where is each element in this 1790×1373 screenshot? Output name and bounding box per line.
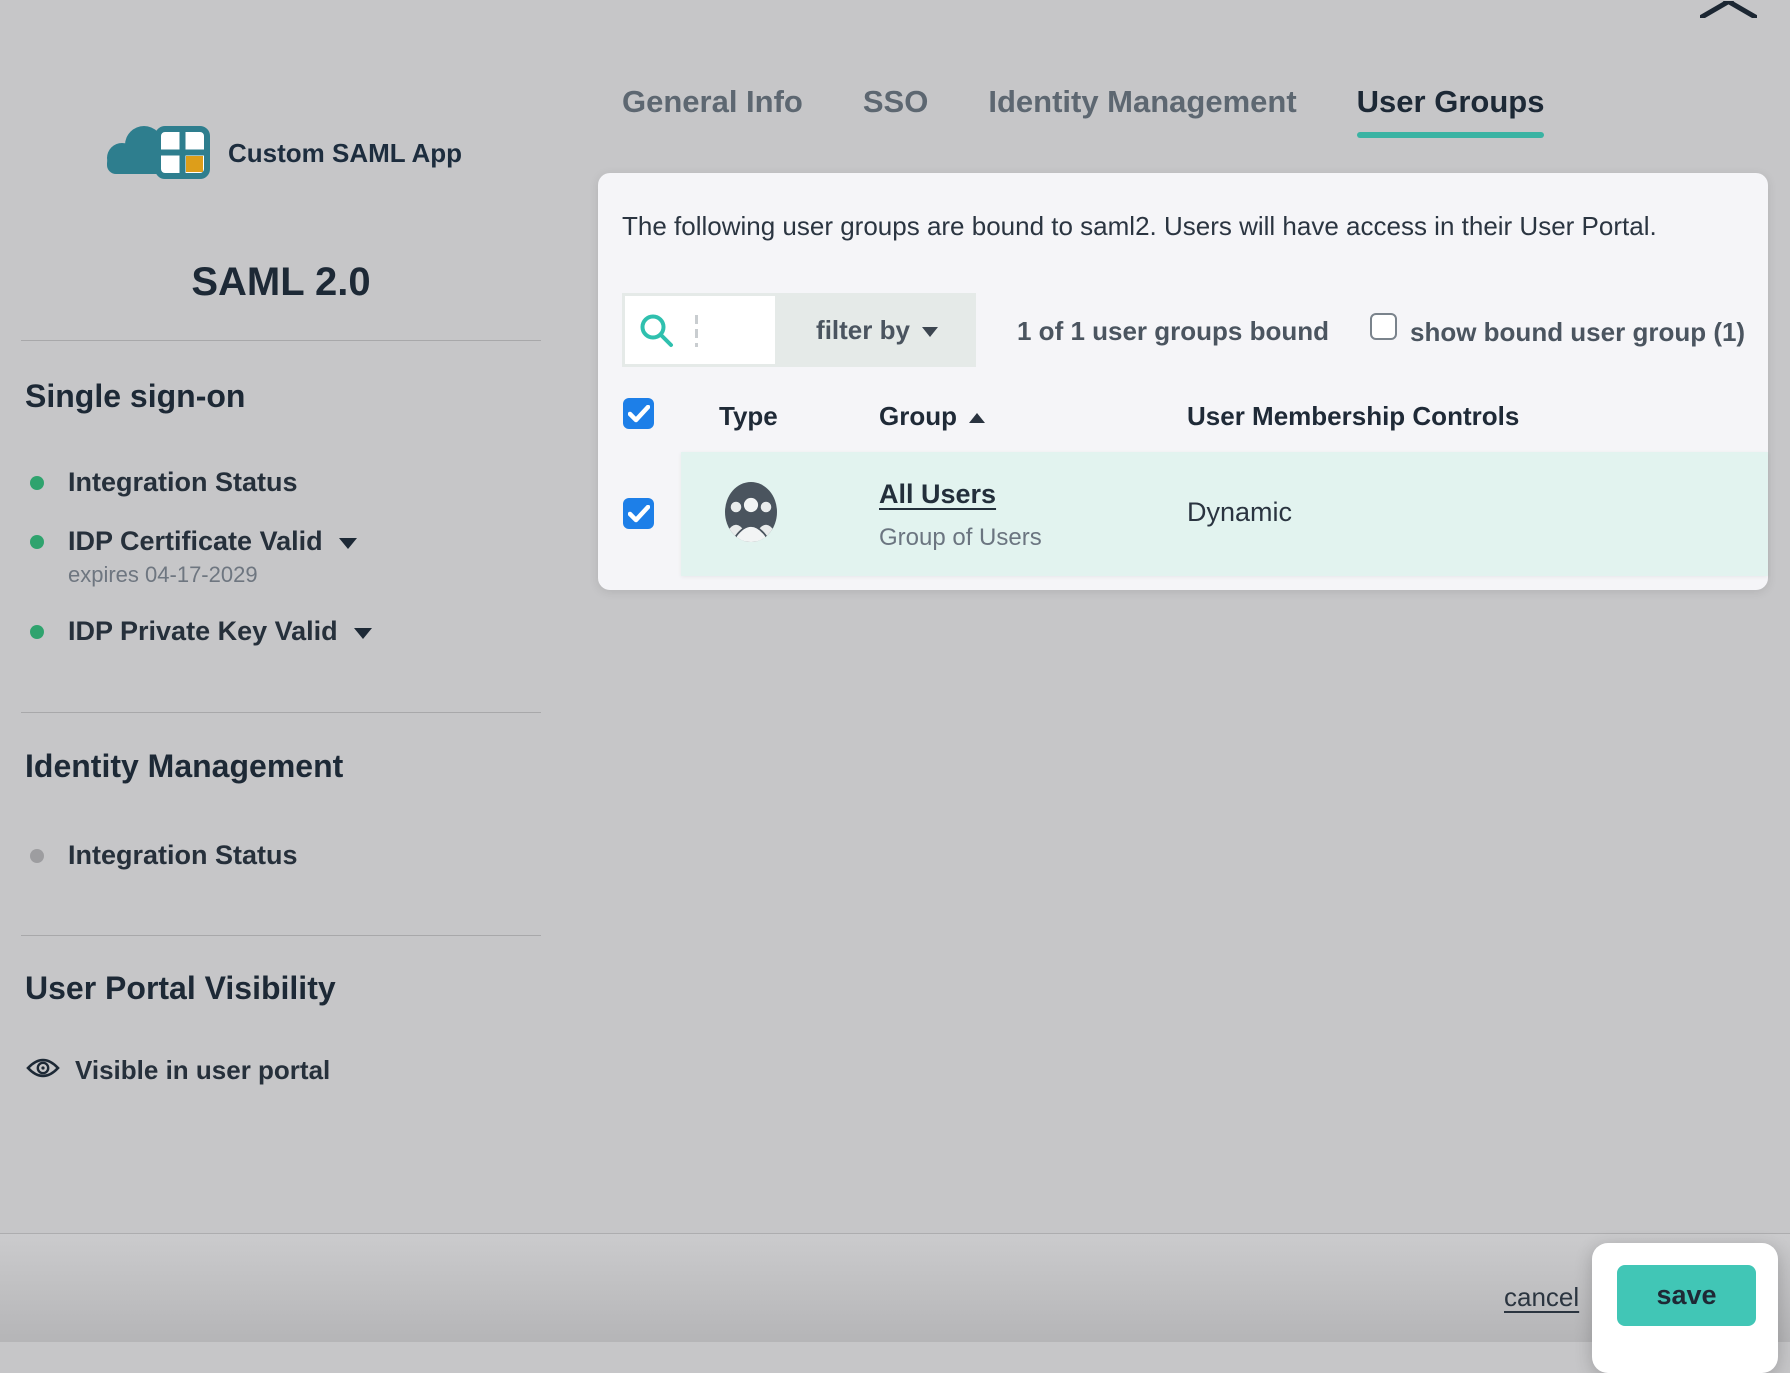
show-bound-label[interactable]: show bound user group (1) — [1410, 317, 1745, 348]
tab-identity-management[interactable]: Identity Management — [988, 84, 1296, 138]
im-integration-status: Integration Status — [21, 840, 298, 871]
bound-count: 1 of 1 user groups bound — [1017, 316, 1329, 347]
save-spotlight-card: save — [1592, 1243, 1778, 1373]
certificate-expiry: expires 04-17-2029 — [68, 562, 258, 588]
column-header-type: Type — [719, 401, 778, 432]
select-all-checkbox[interactable] — [623, 398, 654, 429]
identity-management-section-title: Identity Management — [25, 748, 343, 785]
tab-bar: General Info SSO Identity Management Use… — [622, 84, 1544, 138]
show-bound-checkbox[interactable] — [1370, 313, 1397, 340]
user-groups-panel: The following user groups are bound to s… — [598, 173, 1768, 590]
filter-by-dropdown[interactable]: filter by — [778, 293, 976, 367]
status-dot-green — [30, 535, 44, 549]
chevron-down-icon — [339, 538, 357, 549]
group-type: Group of Users — [879, 524, 1042, 552]
tab-general-info[interactable]: General Info — [622, 84, 803, 138]
cloud-grid-icon — [100, 120, 218, 187]
search-filter-group: filter by — [622, 293, 976, 367]
idp-certificate-valid[interactable]: IDP Certificate Valid — [21, 526, 357, 557]
tab-user-groups[interactable]: User Groups — [1357, 84, 1545, 138]
save-button[interactable]: save — [1617, 1265, 1756, 1326]
chevron-down-icon — [922, 327, 938, 337]
status-dot-green — [30, 476, 44, 490]
search-input[interactable] — [683, 296, 773, 364]
status-dot-green — [30, 625, 44, 639]
protocol-title: SAML 2.0 — [21, 260, 541, 305]
idp-private-key-valid[interactable]: IDP Private Key Valid — [21, 616, 372, 647]
sort-ascending-icon — [969, 413, 985, 423]
chevron-down-icon — [354, 628, 372, 639]
portal-visibility-status: Visible in user portal — [25, 1055, 330, 1086]
close-button[interactable] — [1700, 0, 1757, 18]
group-name-link[interactable]: All Users — [879, 479, 996, 510]
tab-sso[interactable]: SSO — [863, 84, 928, 138]
divider — [21, 712, 541, 713]
column-header-membership-controls: User Membership Controls — [1187, 401, 1519, 432]
cancel-button[interactable]: cancel — [1504, 1282, 1579, 1313]
close-icon — [1700, 1, 1757, 18]
divider — [21, 340, 541, 341]
sso-integration-status[interactable]: Integration Status — [21, 467, 298, 498]
status-dot-gray — [30, 849, 44, 863]
app-logo-label: Custom SAML App — [228, 138, 462, 169]
search-box[interactable] — [625, 296, 775, 364]
sso-section-title: Single sign-on — [25, 378, 245, 415]
divider — [21, 935, 541, 936]
column-header-group[interactable]: Group — [879, 401, 985, 432]
panel-description: The following user groups are bound to s… — [622, 211, 1657, 242]
user-portal-section-title: User Portal Visibility — [25, 970, 336, 1007]
app-logo: Custom SAML App — [21, 120, 541, 187]
membership-controls-value: Dynamic — [1187, 497, 1292, 528]
user-group-avatar — [723, 480, 779, 549]
eye-icon — [25, 1055, 61, 1086]
row-checkbox[interactable] — [623, 498, 654, 529]
